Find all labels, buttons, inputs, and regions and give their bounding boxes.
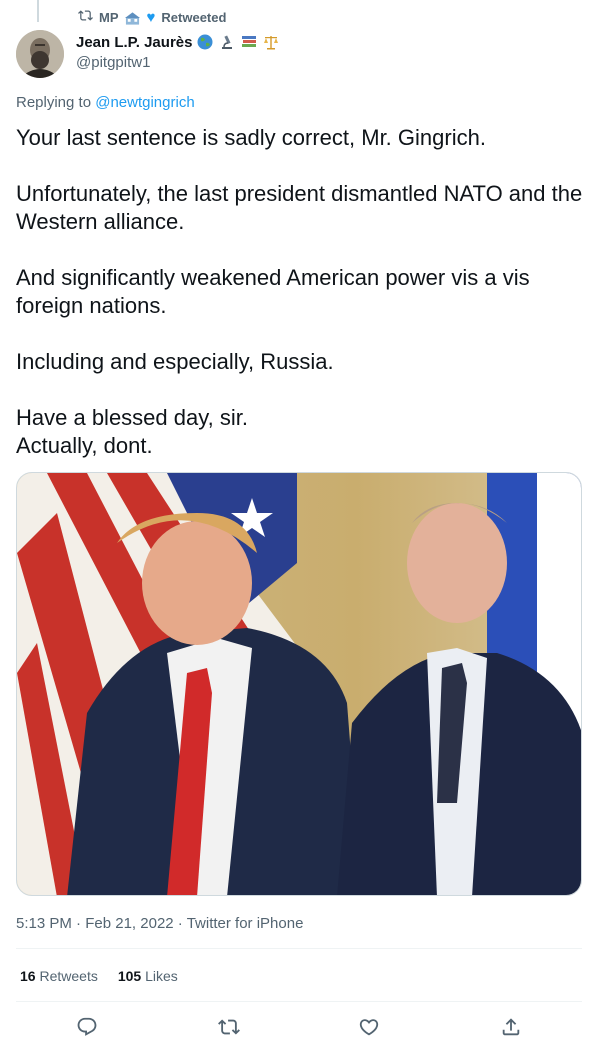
reply-icon[interactable] <box>76 1016 98 1038</box>
avatar[interactable] <box>16 30 64 78</box>
author-block: Jean L.P. Jaurès @pitgpitw1 <box>76 33 280 71</box>
retweeter-name[interactable]: MP <box>99 10 119 25</box>
replying-to: Replying to @newtgingrich <box>16 94 195 111</box>
share-icon[interactable] <box>500 1016 522 1038</box>
retweets-label: Retweets <box>39 968 98 984</box>
microscope-emoji <box>218 33 236 51</box>
meta-separator: · <box>76 915 82 932</box>
house-emoji <box>124 11 141 25</box>
retweet-icon[interactable] <box>218 1016 240 1038</box>
tweet-text: Your last sentence is sadly correct, Mr.… <box>16 124 586 460</box>
globe-emoji <box>196 33 214 51</box>
tweet-time[interactable]: 5:13 PM <box>16 915 72 932</box>
books-emoji <box>240 33 258 51</box>
meta-separator: · <box>177 915 183 932</box>
likes-stat[interactable]: 105 Likes <box>118 968 178 984</box>
divider <box>16 1001 582 1002</box>
tweet-paragraph: Your last sentence is sadly correct, Mr.… <box>16 125 486 150</box>
tweet-paragraph: Including and especially, Russia. <box>16 349 334 374</box>
scales-emoji <box>262 33 280 51</box>
reply-target-link[interactable]: @newtgingrich <box>95 94 194 111</box>
tweet-photo[interactable] <box>16 472 582 896</box>
retweet-context[interactable]: MP ♥ Retweeted <box>78 8 226 26</box>
divider <box>16 948 582 949</box>
tweet-paragraph: And significantly weakened American powe… <box>16 265 530 318</box>
blue-heart-icon: ♥ <box>146 8 156 26</box>
retweets-count: 16 <box>20 968 36 984</box>
tweet-meta: 5:13 PM · Feb 21, 2022 · Twitter for iPh… <box>16 915 303 932</box>
tweet-paragraph: Unfortunately, the last president disman… <box>16 181 583 234</box>
author-handle[interactable]: @pitgpitw1 <box>76 54 280 71</box>
tweet-stats: 16 Retweets 105 Likes <box>20 968 178 984</box>
action-bar <box>0 1010 598 1044</box>
author-name[interactable]: Jean L.P. Jaurès <box>76 34 192 51</box>
thread-line <box>37 0 39 22</box>
likes-count: 105 <box>117 968 142 984</box>
tweet-date[interactable]: Feb 21, 2022 <box>85 915 173 932</box>
likes-label: Likes <box>145 968 178 984</box>
replying-prefix: Replying to <box>16 94 92 111</box>
retweets-stat[interactable]: 16 Retweets <box>20 968 98 984</box>
retweet-icon <box>78 8 93 26</box>
tweet-source[interactable]: Twitter for iPhone <box>187 915 304 932</box>
tweet-paragraph: Have a blessed day, sir. Actually, dont. <box>16 405 248 458</box>
like-icon[interactable] <box>358 1016 380 1038</box>
retweeted-label: Retweeted <box>161 9 227 25</box>
